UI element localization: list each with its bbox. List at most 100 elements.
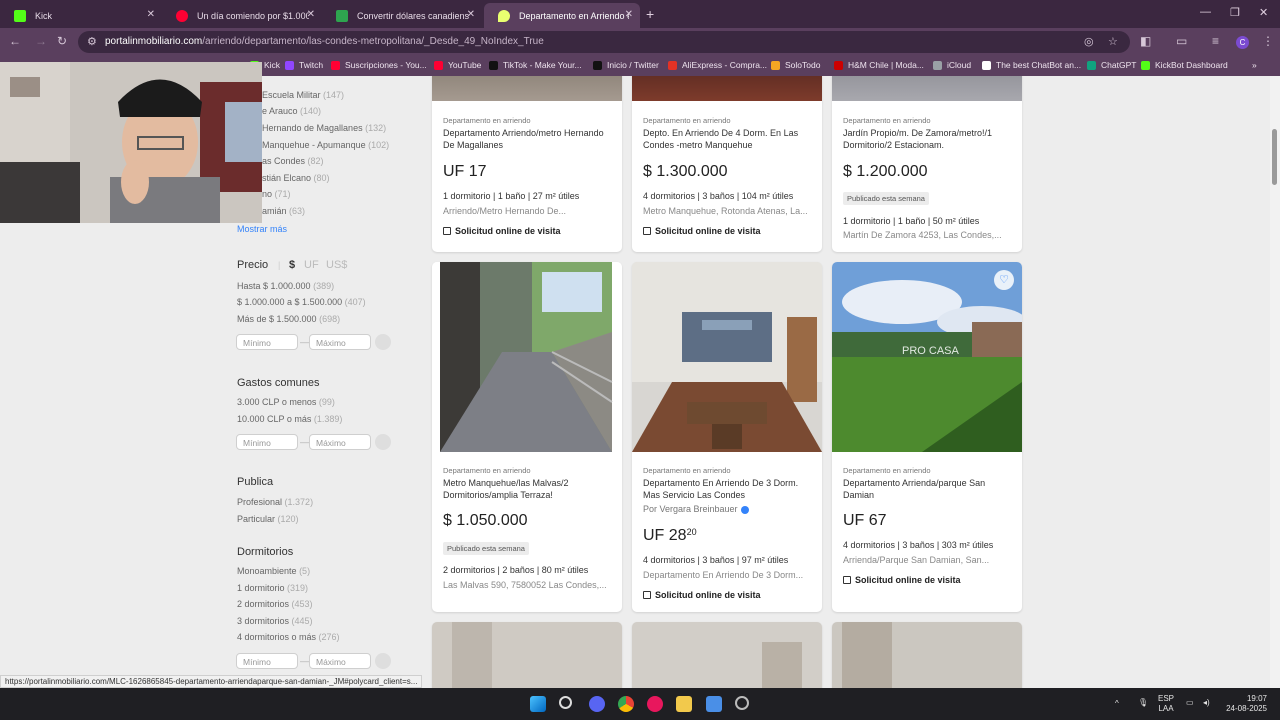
bookmark-item[interactable]: Suscripciones - You...	[331, 60, 427, 70]
tab-youtube[interactable]: Un día comiendo por $1.000 p ✕	[162, 3, 322, 28]
filter-option[interactable]: Hernando de Magallanes (132)	[262, 123, 386, 133]
listing-photo[interactable]	[632, 76, 822, 101]
bedrooms-max-input[interactable]: Máximo	[309, 653, 371, 669]
filter-option[interactable]: 10.000 CLP o más (1.389)	[237, 414, 342, 424]
listing-card[interactable]	[432, 622, 622, 688]
listing-card[interactable]	[832, 622, 1022, 688]
listing-photo[interactable]	[762, 642, 802, 688]
listing-card[interactable]: Departamento en arriendo Depto. En Arrie…	[632, 76, 822, 252]
listing-photo[interactable]	[632, 262, 822, 452]
restore-icon[interactable]: ❐	[1230, 6, 1240, 19]
bookmark-item[interactable]: The best ChatBot an...	[982, 60, 1081, 70]
bookmark-item[interactable]: iCloud	[933, 60, 971, 70]
visit-request-link[interactable]: Solicitud online de visita	[843, 575, 961, 585]
listing-title[interactable]: Departamento Arriendo/metro Hernando De …	[443, 127, 615, 151]
filter-option[interactable]: $ 1.000.000 a $ 1.500.000 (407)	[237, 297, 366, 307]
tab-portal-inmobiliario[interactable]: Departamento en Arriendo en l ✕	[484, 3, 640, 28]
seller-name[interactable]: Por Vergara Breinbauer	[643, 504, 749, 514]
filter-option[interactable]: e Arauco (140)	[262, 106, 321, 116]
filter-option[interactable]: 3.000 CLP o menos (99)	[237, 397, 335, 407]
visit-request-link[interactable]: Solicitud online de visita	[443, 226, 561, 236]
currency-usd[interactable]: US$	[326, 259, 347, 271]
minimize-icon[interactable]: —	[1200, 6, 1211, 18]
close-icon[interactable]: ✕	[307, 9, 315, 20]
filter-option[interactable]: stián Elcano (80)	[262, 173, 330, 183]
expenses-min-input[interactable]: Mínimo	[236, 434, 298, 450]
bedrooms-apply-button[interactable]	[375, 653, 391, 669]
search-icon[interactable]	[559, 696, 572, 709]
vertical-scrollbar[interactable]	[1270, 76, 1280, 688]
clock[interactable]: 19:07 24-08-2025	[1225, 694, 1267, 714]
hide-icon[interactable]: ◎	[1084, 35, 1094, 48]
extensions-icon[interactable]: ◧	[1140, 34, 1151, 48]
sidebar-icon[interactable]: ▭	[1176, 34, 1187, 48]
close-icon[interactable]: ✕	[625, 9, 633, 20]
filter-option[interactable]: no (71)	[262, 189, 291, 199]
settings-icon[interactable]	[735, 696, 749, 710]
filter-option[interactable]: Más de $ 1.500.000 (698)	[237, 314, 340, 324]
microphone-icon[interactable]: 🎙	[1138, 698, 1148, 708]
listing-card[interactable]: Departamento en arriendo Jardín Propio/m…	[832, 76, 1022, 252]
visit-request-link[interactable]: Solicitud online de visita	[643, 226, 761, 236]
windows-start-icon[interactable]	[530, 696, 546, 712]
tab-converter[interactable]: Convertir dólares canadienses a ✕	[322, 3, 482, 28]
bookmark-item[interactable]: Inicio / Twitter	[593, 60, 659, 70]
visit-request-link[interactable]: Solicitud online de visita	[643, 590, 761, 600]
bookmark-item[interactable]: AliExpress - Compra...	[668, 60, 767, 70]
listing-card[interactable]: Departamento en arriendo Metro Manquehue…	[432, 262, 622, 612]
media-player-icon[interactable]	[647, 696, 663, 712]
chrome-icon[interactable]	[618, 696, 634, 712]
filter-option[interactable]: 4 dormitorios o más (276)	[237, 632, 340, 642]
price-apply-button[interactable]	[375, 334, 391, 350]
listing-photo[interactable]	[432, 262, 622, 452]
listing-photo[interactable]	[832, 76, 1022, 101]
volume-icon[interactable]: ◂)	[1203, 698, 1210, 708]
filter-option[interactable]: Escuela Militar (147)	[262, 90, 344, 100]
close-window-icon[interactable]: ✕	[1259, 6, 1268, 19]
listing-photo[interactable]: PRO CASA	[832, 262, 1022, 452]
listing-photo[interactable]	[452, 622, 492, 688]
back-icon[interactable]: ←	[9, 34, 21, 48]
bookmark-item[interactable]: KickBot Dashboard	[1141, 60, 1228, 70]
listing-title[interactable]: Departamento Arrienda/parque San Damian	[843, 477, 1015, 501]
filter-option[interactable]: 2 dormitorios (453)	[237, 599, 313, 609]
bookmarks-overflow-icon[interactable]: »	[1252, 60, 1257, 70]
bookmark-item[interactable]: YouTube	[434, 60, 481, 70]
url-text[interactable]: portalinmobiliario.com/arriendo/departam…	[105, 36, 544, 47]
expenses-apply-button[interactable]	[375, 434, 391, 450]
close-icon[interactable]: ✕	[147, 9, 155, 20]
filter-option[interactable]: Manquehue - Apumanque (102)	[262, 140, 389, 150]
language-indicator[interactable]: ESP LAA	[1158, 694, 1174, 714]
listing-title[interactable]: Jardín Propio/m. De Zamora/metro!/1 Dorm…	[843, 127, 1015, 151]
star-icon[interactable]: ☆	[1108, 35, 1118, 48]
show-more-link[interactable]: Mostrar más	[237, 224, 287, 234]
close-icon[interactable]: ✕	[467, 9, 475, 20]
listing-photo[interactable]	[842, 622, 892, 688]
listing-card[interactable]	[632, 622, 822, 688]
tray-chevron-icon[interactable]: ^	[1115, 699, 1119, 709]
listing-title[interactable]: Depto. En Arriendo De 4 Dorm. En Las Con…	[643, 127, 815, 151]
price-min-input[interactable]: Mínimo	[236, 334, 298, 350]
address-bar[interactable]: ⚙ portalinmobiliario.com/arriendo/depart…	[78, 31, 1130, 53]
filter-option[interactable]: as Condes (82)	[262, 156, 324, 166]
bedrooms-min-input[interactable]: Mínimo	[236, 653, 298, 669]
new-tab-button[interactable]: +	[646, 6, 654, 22]
listing-card[interactable]: Departamento en arriendo Departamento Ar…	[432, 76, 622, 252]
filter-option[interactable]: 1 dormitorio (319)	[237, 583, 308, 593]
price-max-input[interactable]: Máximo	[309, 334, 371, 350]
filter-option[interactable]: amián (63)	[262, 206, 305, 216]
listing-photo[interactable]	[432, 76, 622, 101]
discord-icon[interactable]	[589, 696, 605, 712]
media-icon[interactable]: ≡	[1212, 34, 1219, 48]
bookmark-item[interactable]: ChatGPT	[1087, 60, 1136, 70]
menu-icon[interactable]: ⋮	[1262, 34, 1274, 48]
listing-card[interactable]: Departamento en arriendo Departamento En…	[632, 262, 822, 612]
filter-option[interactable]: Profesional (1.372)	[237, 497, 313, 507]
scrollbar-thumb[interactable]	[1272, 129, 1277, 185]
site-info-icon[interactable]: ⚙	[87, 35, 97, 48]
expenses-max-input[interactable]: Máximo	[309, 434, 371, 450]
favorite-heart-icon[interactable]: ♡	[994, 270, 1014, 290]
bookmark-item[interactable]: Twitch	[285, 60, 323, 70]
filter-option[interactable]: 3 dormitorios (445)	[237, 616, 313, 626]
listing-card[interactable]: PRO CASA ♡ Departamento en arriendo Depa…	[832, 262, 1022, 612]
